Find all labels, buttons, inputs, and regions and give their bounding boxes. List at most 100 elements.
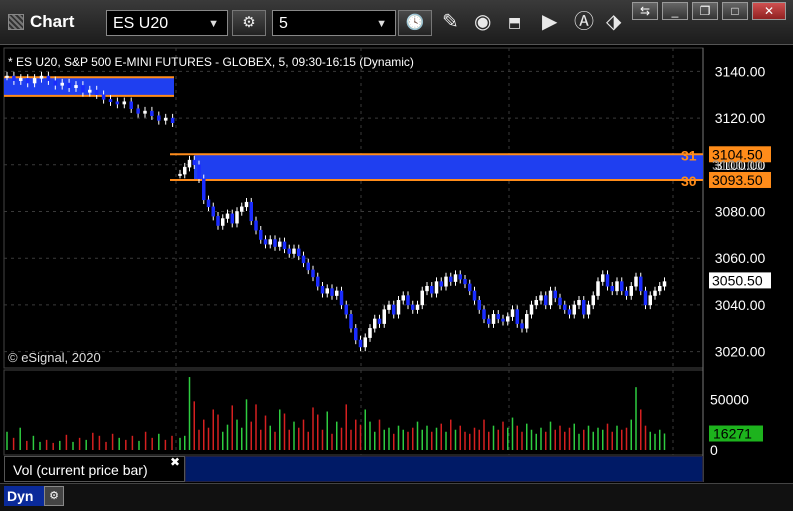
candle-body (150, 110, 154, 116)
candle-body (477, 300, 481, 310)
candle-body (108, 99, 113, 102)
candle-body (244, 201, 249, 208)
price-tick-label: 3120.00 (715, 110, 766, 126)
candle-body (544, 295, 548, 306)
candle-body (439, 281, 443, 287)
candle-body (396, 300, 401, 315)
volume-current-label: 16271 (713, 426, 752, 442)
candle-body (235, 211, 239, 224)
candle-body (187, 159, 192, 168)
candle-body (163, 117, 168, 121)
candle-body (335, 290, 339, 296)
candle-body (582, 300, 586, 315)
copyright: © eSignal, 2020 (8, 350, 101, 365)
chart-title: * ES U20, S&P 500 E-MINI FUTURES - GLOBE… (8, 55, 414, 69)
candle-body (653, 290, 657, 296)
candle-body (662, 281, 667, 287)
candle-body (577, 300, 581, 306)
candle-body (506, 316, 510, 322)
candle-body (46, 75, 51, 81)
candle-body (415, 304, 420, 310)
candle-body (178, 173, 182, 176)
candle-body (591, 295, 595, 306)
candle-body (122, 101, 127, 105)
candle-body (496, 314, 500, 320)
close-icon[interactable]: ✖ (170, 455, 180, 469)
candle-body (136, 108, 140, 114)
candle-body (330, 288, 334, 296)
price-tick-label: 3020.00 (715, 344, 766, 360)
candle-body (610, 285, 614, 292)
settings-icon[interactable]: ⚙ (44, 486, 64, 506)
volume-panel-label: Vol (current price bar) (4, 456, 185, 482)
candle-body (183, 166, 187, 175)
candle-body (643, 290, 648, 306)
candle-body (534, 300, 538, 306)
candle-body (206, 199, 211, 208)
candle-body (311, 269, 315, 278)
candle-body (444, 276, 448, 287)
candle-body (216, 215, 220, 226)
candle-body (529, 304, 534, 315)
candle-body (60, 82, 64, 86)
candle-body (5, 75, 9, 78)
candle-body (482, 309, 486, 320)
candle-body (548, 290, 553, 306)
candle-body (301, 255, 306, 264)
candle-body (563, 304, 567, 310)
dyn-button[interactable]: Dyn (4, 486, 44, 506)
candle-body (453, 274, 458, 282)
candle-body (225, 213, 230, 219)
zone-1 (4, 77, 174, 96)
candle-body (101, 94, 106, 100)
candle-body (434, 281, 439, 294)
candle-body (81, 85, 85, 93)
zone-marker-top: 31 (681, 147, 697, 163)
candle-body (411, 304, 415, 310)
candle-body (553, 290, 557, 299)
candle-body (354, 328, 358, 341)
candle-body (463, 278, 467, 285)
candle-body (458, 274, 462, 280)
candle-body (525, 314, 529, 329)
candle-body (325, 288, 329, 294)
zone-mid-label: 3100.00 (712, 157, 763, 173)
price-tick-label: 3140.00 (715, 63, 766, 79)
candle-body (358, 339, 363, 348)
candle-body (129, 101, 133, 109)
grid (3, 47, 704, 482)
candle-body (515, 309, 519, 324)
candle-body (94, 89, 99, 95)
candle-body (596, 281, 600, 296)
candle-body (472, 290, 477, 301)
candle-body (297, 248, 301, 257)
volume-panel-bar[interactable] (185, 456, 703, 482)
candle-body (157, 115, 161, 121)
price-tick-label: 3060.00 (715, 250, 766, 266)
candle-body (115, 101, 120, 105)
price-tick-label: 3080.00 (715, 204, 766, 220)
candle-body (320, 285, 325, 294)
candle-body (192, 159, 196, 166)
candle-body (658, 285, 662, 292)
candle-body (143, 110, 147, 114)
candle-body (648, 295, 652, 306)
candle-body (487, 318, 491, 324)
candle-body (240, 206, 244, 212)
candle-body (259, 229, 263, 240)
candle-body (211, 206, 215, 217)
candle-body (605, 274, 610, 287)
candle-body (202, 178, 206, 201)
candle-body (339, 290, 344, 306)
candle-body (430, 285, 434, 294)
candle-body (601, 274, 605, 282)
volume-tick-label: 0 (710, 442, 718, 458)
price-chart[interactable]: 3140.00 3120.00 3100.00 3080.00 3060.00 3040.… (0, 0, 793, 510)
candle-body (282, 241, 287, 250)
candle-body (316, 276, 320, 287)
candle-body (363, 337, 367, 348)
zone-2 (194, 154, 703, 180)
candle-body (501, 318, 505, 322)
candle-body (406, 295, 410, 306)
candle-body (221, 218, 225, 226)
